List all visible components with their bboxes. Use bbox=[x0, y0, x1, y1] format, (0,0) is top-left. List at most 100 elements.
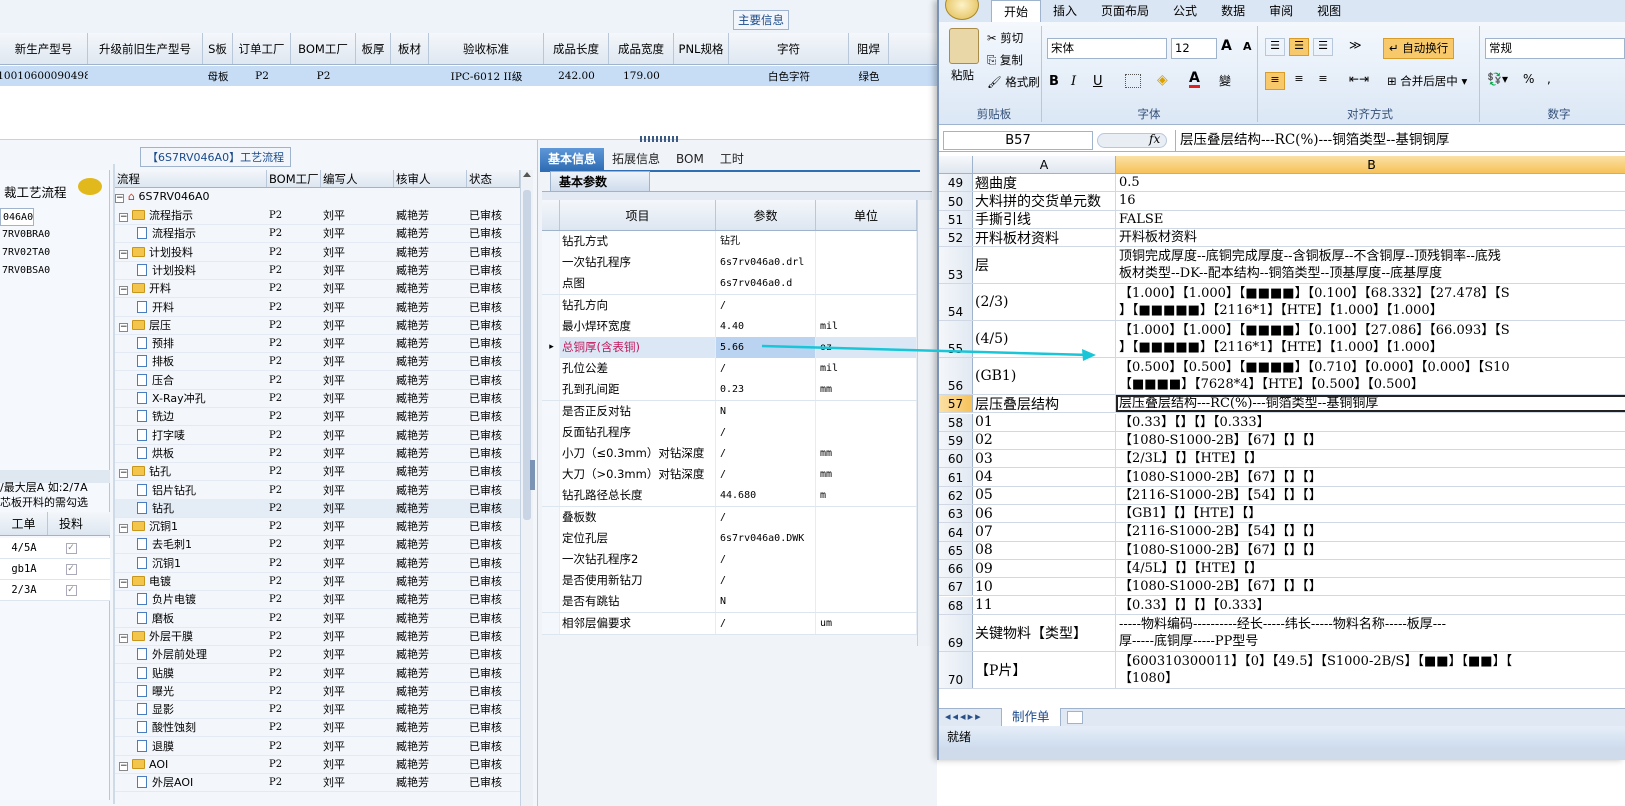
param-value[interactable]: 44.680 bbox=[716, 485, 816, 507]
param-value[interactable]: / bbox=[716, 612, 816, 634]
order-col-header[interactable]: 订单工厂 bbox=[233, 33, 291, 64]
tree-row[interactable]: − 开料 P2 刘平 臧艳芳 已审核 bbox=[115, 279, 520, 299]
merge-center-button[interactable]: ⊞ 合并后居中 ▾ bbox=[1387, 73, 1467, 89]
cell-b[interactable]: 顶铜完成厚度--底铜完成厚度--含铜板厚--不含铜厚--顶残铜率--底残 板材类型… bbox=[1116, 247, 1625, 283]
param-row[interactable]: 点图 6s7rv046a0.d bbox=[542, 273, 917, 296]
shrink-font-button[interactable]: A bbox=[1243, 40, 1252, 53]
order-cell[interactable]: 绿色 bbox=[849, 66, 889, 86]
tree-row[interactable]: 外层AOI P2 刘平 臧艳芳 已审核 bbox=[115, 773, 520, 793]
border-icon[interactable] bbox=[1125, 74, 1141, 88]
tree-row[interactable]: 退膜 P2 刘平 臧艳芳 已审核 bbox=[115, 737, 520, 756]
left-grid-row[interactable]: 2/3A ✓ bbox=[0, 580, 110, 601]
cell-a[interactable]: 05 bbox=[973, 486, 1116, 504]
font-name-select[interactable]: 宋体 bbox=[1047, 38, 1167, 59]
order-cell[interactable]: P2 bbox=[291, 66, 356, 86]
cell-a[interactable]: 02 bbox=[973, 431, 1116, 450]
tree-row[interactable]: − 层压 P2 刘平 臧艳芳 已审核 bbox=[115, 316, 520, 335]
param-row[interactable]: 最小焊环宽度 4.40 mil bbox=[542, 315, 917, 338]
tree-row[interactable]: − 电镀 P2 刘平 臧艳芳 已审核 bbox=[115, 572, 520, 591]
order-col-header[interactable]: PNL规格 bbox=[674, 33, 729, 64]
format-painter-button[interactable]: 🖌 格式刷 bbox=[987, 74, 1040, 90]
align-bottom-icon[interactable]: ☰ bbox=[1313, 38, 1333, 56]
order-col-header[interactable]: 升级前旧生产型号 bbox=[88, 33, 203, 64]
tree-row[interactable]: − AOI P2 刘平 臧艳芳 已审核 bbox=[115, 755, 520, 774]
order-cell[interactable] bbox=[674, 66, 729, 86]
collapse-icon[interactable]: − bbox=[119, 249, 128, 259]
align-center-icon[interactable]: ≡ bbox=[1289, 72, 1309, 90]
row-number[interactable]: 52 bbox=[939, 228, 973, 247]
cell-a[interactable]: (2/3) bbox=[973, 284, 1116, 321]
param-scrollbar[interactable] bbox=[917, 200, 931, 646]
cell-b[interactable]: 【2/3L】【】【HTE】【】 bbox=[1116, 450, 1625, 467]
row-number[interactable]: 58 bbox=[939, 413, 973, 431]
param-row[interactable]: 钻孔路径总长度 44.680 m bbox=[542, 485, 917, 508]
param-row[interactable]: 孔到孔间距 0.23 mm bbox=[542, 379, 917, 402]
order-cell[interactable]: 母板 bbox=[203, 66, 233, 86]
tree-row[interactable]: 计划投料 P2 刘平 臧艳芳 已审核 bbox=[115, 261, 520, 280]
param-row[interactable]: 大刀（>0.3mm）对钻深度 / mm bbox=[542, 464, 917, 487]
param-value[interactable]: / bbox=[716, 464, 816, 486]
row-number[interactable]: 53 bbox=[939, 247, 973, 284]
row-number[interactable]: 65 bbox=[939, 541, 973, 559]
left-item[interactable]: 046A0 bbox=[0, 208, 34, 226]
sheet-tab[interactable]: 制作单 bbox=[1001, 708, 1061, 727]
cell-b[interactable]: 层压叠层结构---RC(%)---铜箔类型--基铜铜厚 bbox=[1116, 395, 1625, 413]
comma-button[interactable]: , bbox=[1547, 72, 1551, 86]
tree-row[interactable]: − 流程指示 P2 刘平 臧艳芳 已审核 bbox=[115, 206, 520, 225]
cut-button[interactable]: ✂ 剪切 bbox=[987, 30, 1023, 46]
scroll-up-icon[interactable] bbox=[523, 172, 531, 177]
tree-row[interactable]: 外层前处理 P2 刘平 臧艳芳 已审核 bbox=[115, 645, 520, 665]
order-grid-row[interactable]: 10010600090498 母板 P2 P2 IPC-6012 II级 242.00 17… bbox=[0, 66, 945, 86]
collapse-icon[interactable]: − bbox=[119, 286, 128, 296]
param-row[interactable]: 反面钻孔程序 / bbox=[542, 421, 917, 444]
cell-a[interactable]: 06 bbox=[973, 505, 1116, 523]
cell-a[interactable]: 08 bbox=[973, 541, 1116, 559]
align-middle-icon[interactable]: ☰ bbox=[1289, 38, 1309, 56]
indent-icon[interactable]: ⇤⇥ bbox=[1349, 72, 1369, 86]
paste-button[interactable]: 粘贴 bbox=[951, 67, 974, 83]
tree-row[interactable]: 沉铜1 P2 刘平 臧艳芳 已审核 bbox=[115, 554, 520, 573]
order-cell[interactable]: P2 bbox=[233, 66, 291, 86]
cell-a[interactable]: 09 bbox=[973, 559, 1116, 578]
phonetic-icon[interactable]: 變 bbox=[1219, 72, 1231, 89]
tree-row[interactable]: 磨板 P2 刘平 臧艳芳 已审核 bbox=[115, 609, 520, 628]
cell-a[interactable]: 层 bbox=[973, 247, 1116, 284]
order-col-header[interactable]: 板厚 bbox=[356, 33, 391, 64]
cell-b[interactable]: 【1080-S1000-2B】【67】【】【】 bbox=[1116, 578, 1625, 595]
left-grid-row[interactable]: gb1A ✓ bbox=[0, 559, 110, 580]
row-number[interactable]: 63 bbox=[939, 505, 973, 523]
order-cell[interactable] bbox=[88, 66, 203, 86]
tree-col-writer[interactable]: 编写人 bbox=[321, 170, 394, 187]
tree-row[interactable]: 曝光 P2 刘平 臧艳芳 已审核 bbox=[115, 682, 520, 701]
param-row[interactable]: 是否正反对钻 N bbox=[542, 400, 917, 423]
checkbox[interactable]: ✓ bbox=[48, 580, 94, 600]
tree-row[interactable]: X-Ray冲孔 P2 刘平 臧艳芳 已审核 bbox=[115, 389, 520, 408]
tree-row[interactable]: 压合 P2 刘平 臧艳芳 已审核 bbox=[115, 371, 520, 390]
cell-a[interactable]: 04 bbox=[973, 468, 1116, 486]
order-cell[interactable] bbox=[356, 66, 391, 86]
cell-b[interactable]: 【1080-S1000-2B】【67】【】【】 bbox=[1116, 432, 1625, 449]
ribbon-tab[interactable]: 数据 bbox=[1209, 0, 1257, 22]
cell-b[interactable]: 【2116-S1000-2B】【54】【】【】 bbox=[1116, 487, 1625, 504]
italic-button[interactable]: I bbox=[1071, 74, 1076, 89]
order-col-header[interactable]: 验收标准 bbox=[429, 33, 544, 64]
param-col-item[interactable]: 项目 bbox=[560, 200, 716, 230]
order-col-header[interactable]: 成品长度 bbox=[544, 33, 609, 64]
param-value[interactable]: N bbox=[716, 591, 816, 613]
tab-basic-info[interactable]: 基本信息 bbox=[540, 148, 605, 170]
cell-b[interactable]: 【1.000】【1.000】【■■■■】【0.100】【27.086】【66.0… bbox=[1116, 321, 1625, 357]
font-color-icon[interactable]: A bbox=[1189, 71, 1200, 88]
order-col-header[interactable]: S板 bbox=[203, 33, 233, 64]
new-sheet-icon[interactable] bbox=[1067, 711, 1083, 724]
param-row[interactable]: 小刀（≤0.3mm）对钻深度 / mm bbox=[542, 443, 917, 465]
param-row[interactable]: 钻孔方向 / bbox=[542, 294, 917, 317]
tree-col-bom[interactable]: BOM工厂 bbox=[267, 170, 321, 187]
param-value[interactable]: / bbox=[716, 549, 816, 570]
cell-a[interactable]: 开料板材资料 bbox=[973, 228, 1116, 247]
sheet-nav-icon[interactable]: ◂◂◂▸▸ bbox=[945, 710, 983, 723]
param-value[interactable]: 6s7rv046a0.DWK bbox=[716, 527, 816, 549]
copy-button[interactable]: ⎘ 复制 bbox=[987, 52, 1023, 68]
cell-b[interactable]: 开料板材资料 bbox=[1116, 229, 1625, 246]
cell-a[interactable]: 层压叠层结构 bbox=[973, 395, 1116, 413]
row-number[interactable]: 49 bbox=[939, 174, 973, 192]
